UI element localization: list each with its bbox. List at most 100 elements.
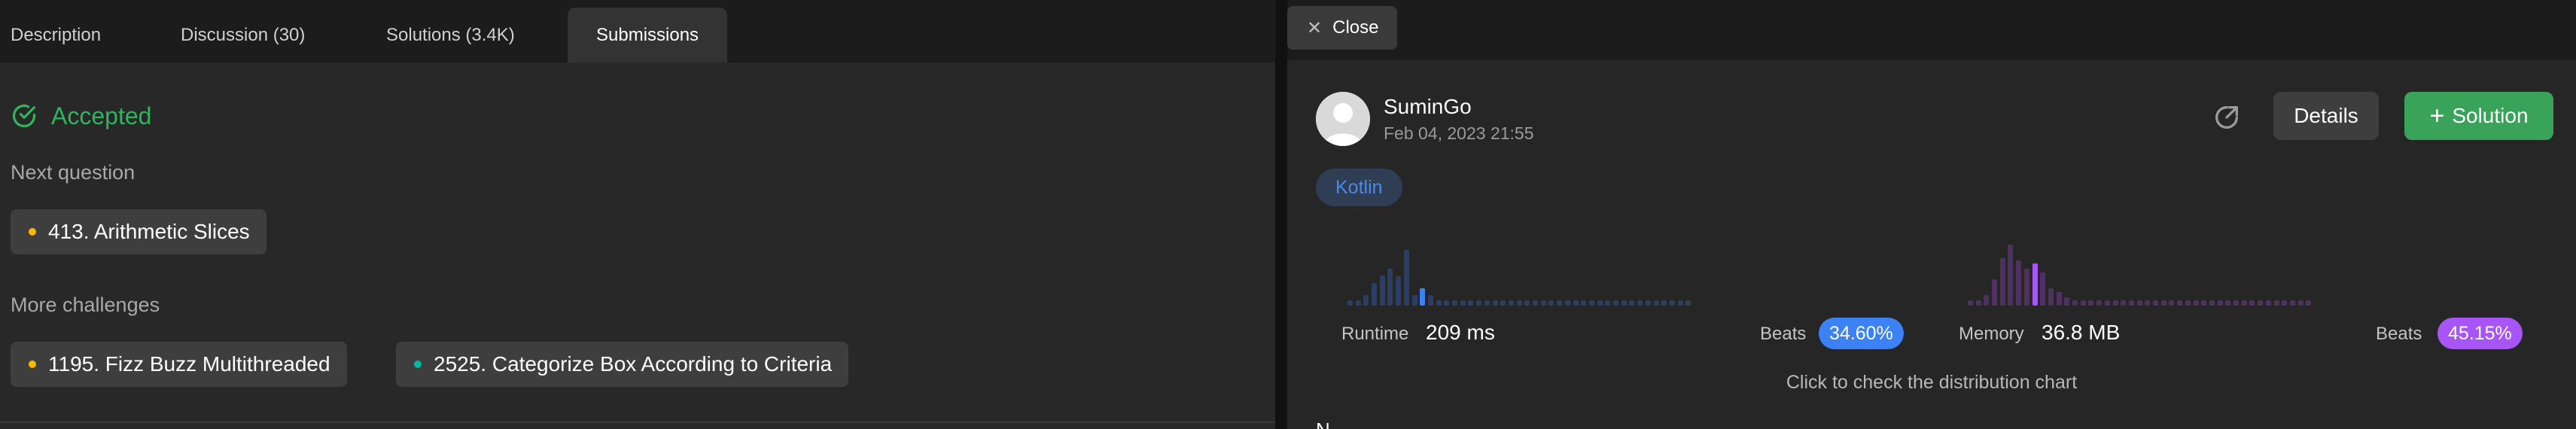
histogram-bar: [2241, 300, 2247, 306]
runtime-value: 209 ms: [1426, 321, 1495, 344]
plus-icon: +: [2429, 101, 2445, 130]
histogram-bar: [1468, 300, 1474, 306]
histogram-bar: [2169, 300, 2175, 306]
histogram-bar: [1669, 300, 1675, 306]
histogram-bar: [1420, 288, 1426, 306]
accepted-status: Accepted: [11, 99, 151, 132]
histogram-bar: [2008, 245, 2014, 306]
histogram-bar: [1999, 258, 2005, 306]
next-question-heading: Next question: [11, 161, 135, 184]
avatar[interactable]: [1316, 92, 1370, 146]
details-button[interactable]: Details: [2273, 92, 2379, 140]
next-question-link[interactable]: 413. Arithmetic Slices: [11, 209, 266, 254]
histogram-bar: [2273, 300, 2279, 306]
difficulty-dot: [29, 361, 36, 368]
histogram-bar: [2282, 300, 2288, 306]
username[interactable]: SuminGo: [1384, 95, 1472, 119]
histogram-bar: [1484, 300, 1490, 306]
histogram-bar: [2104, 300, 2110, 306]
memory-beats-label: Beats: [2376, 324, 2422, 344]
histogram-bar: [1975, 300, 1981, 306]
challenge-title: 2525. Categorize Box According to Criter…: [434, 352, 833, 376]
histogram-bar: [1573, 300, 1579, 306]
distribution-hint[interactable]: Click to check the distribution chart: [1287, 372, 2576, 394]
histogram-bar: [2233, 300, 2240, 306]
histogram-bar: [2056, 292, 2062, 306]
histogram-bar: [1645, 300, 1651, 306]
histogram-bar: [1661, 300, 1667, 306]
memory-beats-badge: 45.15%: [2437, 318, 2523, 349]
tab-discussion[interactable]: Discussion (30): [181, 8, 305, 62]
histogram-bar: [1355, 300, 1361, 306]
divider: [0, 421, 1275, 423]
histogram-bar: [2289, 300, 2295, 306]
add-solution-button[interactable]: + Solution: [2404, 92, 2553, 140]
histogram-bar: [1621, 300, 1627, 306]
histogram-bar: [1476, 300, 1482, 306]
memory-label: Memory: [1959, 324, 2024, 344]
status-label: Accepted: [51, 102, 152, 129]
difficulty-dot: [29, 228, 36, 236]
tab-description[interactable]: Description: [11, 8, 101, 62]
histogram-bar: [1588, 300, 1594, 306]
next-question-title: 413. Arithmetic Slices: [48, 220, 250, 243]
problem-tab-bar: Description Discussion (30) Solutions (3…: [0, 0, 1275, 62]
histogram-bar: [1363, 295, 1369, 306]
histogram-bar: [1427, 295, 1433, 306]
histogram-bar: [1653, 300, 1659, 306]
histogram-bar: [2040, 272, 2046, 306]
histogram-bar: [1508, 300, 1514, 306]
runtime-label: Runtime: [1341, 324, 1409, 344]
close-icon: ✕: [1307, 17, 1323, 38]
runtime-distribution-histogram[interactable]: [1347, 239, 1694, 306]
histogram-bar: [1436, 300, 1442, 306]
histogram-bar: [2145, 300, 2151, 306]
histogram-bar: [2136, 300, 2142, 306]
histogram-bar: [1629, 300, 1635, 306]
histogram-bar: [1637, 300, 1643, 306]
histogram-bar: [2128, 300, 2134, 306]
runtime-beats-label: Beats: [1760, 324, 1807, 344]
share-icon[interactable]: [2212, 102, 2242, 132]
histogram-bar: [2016, 260, 2022, 306]
solution-label: Solution: [2452, 104, 2529, 127]
tab-solutions[interactable]: Solutions (3.4K): [386, 8, 515, 62]
histogram-bar: [1597, 300, 1603, 306]
pane-resize-handle[interactable]: [1275, 0, 1287, 429]
runtime-beats-badge: 34.60%: [1819, 318, 1904, 349]
histogram-bar: [2160, 300, 2166, 306]
histogram-bar: [2096, 300, 2103, 306]
histogram-bar: [1533, 300, 1539, 306]
check-circle-icon: [12, 104, 36, 128]
challenge-link-1195[interactable]: 1195. Fizz Buzz Multithreaded: [11, 342, 347, 387]
histogram-bar: [2153, 300, 2159, 306]
submission-result-pane: Description Discussion (30) Solutions (3…: [0, 0, 1275, 429]
close-button[interactable]: ✕ Close: [1287, 6, 1397, 50]
memory-distribution-histogram[interactable]: [1968, 239, 2314, 306]
challenge-link-2525[interactable]: 2525. Categorize Box According to Criter…: [396, 342, 849, 387]
histogram-bar: [1347, 300, 1353, 306]
tab-submissions[interactable]: Submissions: [568, 8, 728, 62]
submission-detail-pane: ✕ Close SuminGo Feb 04, 2023 21:55 Detai…: [1287, 0, 2576, 429]
histogram-bar: [2177, 300, 2183, 306]
histogram-bar: [2121, 300, 2127, 306]
detail-top-bar: ✕ Close: [1287, 0, 2576, 60]
challenge-title: 1195. Fizz Buzz Multithreaded: [48, 352, 330, 376]
close-label: Close: [1332, 17, 1379, 38]
memory-value: 36.8 MB: [2042, 321, 2121, 344]
difficulty-dot: [414, 361, 422, 368]
histogram-bar: [1968, 300, 1973, 306]
histogram-bar: [1984, 295, 1990, 306]
histogram-bar: [1685, 300, 1691, 306]
histogram-bar: [1524, 300, 1530, 306]
histogram-bar: [1460, 300, 1466, 306]
histogram-bar: [1403, 250, 1409, 306]
histogram-bar: [1581, 300, 1587, 306]
histogram-bar: [2217, 300, 2223, 306]
histogram-bar: [1411, 295, 1417, 306]
histogram-bar: [1492, 300, 1498, 306]
histogram-bar: [2023, 269, 2029, 306]
histogram-bar: [2306, 300, 2312, 306]
histogram-bar: [2258, 300, 2264, 306]
histogram-bar: [2209, 300, 2215, 306]
